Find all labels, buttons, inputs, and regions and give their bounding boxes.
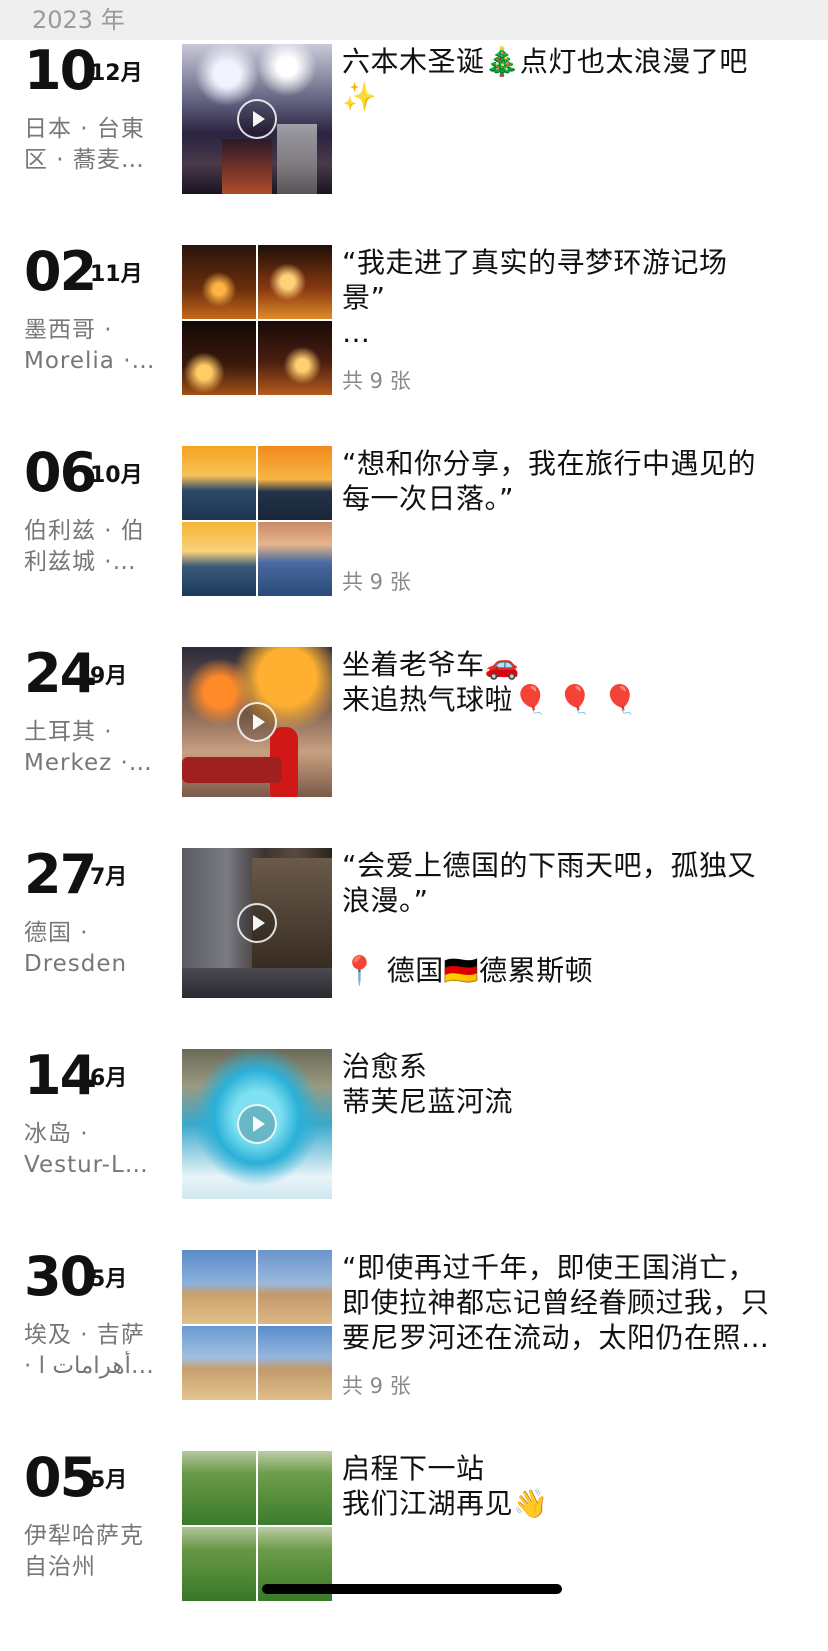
street-shape	[277, 124, 317, 194]
photo-thumbnail[interactable]	[182, 522, 256, 596]
entry-month: 9月	[90, 664, 128, 689]
entry-day: 30	[24, 1245, 97, 1308]
video-thumbnail[interactable]	[182, 848, 332, 998]
play-icon[interactable]	[237, 702, 277, 742]
entry-location: 日本 · 台東 区 · 蕎麦…	[24, 116, 145, 173]
photo-count: 共 9 张	[342, 369, 411, 393]
entry-month: 5月	[90, 1267, 128, 1292]
photo-grid[interactable]	[182, 245, 332, 395]
entry-month: 7月	[90, 865, 128, 890]
year-label: 2023 年	[32, 6, 125, 34]
entry-caption: 六本木圣诞🎄点灯也太浪漫了吧 ✨	[342, 45, 748, 113]
year-section-header: 2023 年	[0, 0, 828, 40]
moment-entry[interactable]: 24 9月 土耳其 · Merkez ·… 坐着老爷车🚗 来追热气球啦🎈 🎈 🎈	[0, 643, 828, 847]
photo-thumbnail[interactable]	[258, 321, 332, 395]
entry-month: 6月	[90, 1066, 128, 1091]
entry-location: 冰岛 · Vestur-L…	[24, 1121, 149, 1178]
entry-month: 5月	[90, 1468, 128, 1493]
photo-thumbnail[interactable]	[258, 245, 332, 319]
entry-location: 德国 · Dresden	[24, 920, 128, 977]
photo-thumbnail[interactable]	[182, 446, 256, 520]
moment-entry[interactable]: 14 6月 冰岛 · Vestur-L… 治愈系 蒂芙尼蓝河流	[0, 1045, 828, 1249]
moment-entry[interactable]: 06 10月 伯利兹 · 伯 利兹城 ·… “想和你分享，我在旅行中遇见的 每一…	[0, 442, 828, 646]
entry-month: 12月	[90, 61, 143, 86]
entry-day: 24	[24, 642, 97, 705]
entry-location: 伯利兹 · 伯 利兹城 ·…	[24, 518, 145, 575]
photo-thumbnail[interactable]	[258, 1451, 332, 1525]
photo-grid[interactable]	[182, 1451, 332, 1601]
play-icon[interactable]	[237, 99, 277, 139]
photo-thumbnail[interactable]	[182, 245, 256, 319]
photo-thumbnail[interactable]	[182, 1527, 256, 1601]
home-indicator[interactable]	[262, 1584, 562, 1594]
entry-location: 伊犁哈萨克 自治州	[24, 1523, 144, 1580]
vintage-car-shape	[182, 757, 282, 783]
video-thumbnail[interactable]	[182, 647, 332, 797]
entry-caption: “想和你分享，我在旅行中遇见的 每一次日落。”	[342, 447, 757, 515]
moment-entry[interactable]: 05 5月 伊犁哈萨克 自治州 启程下一站 我们江湖再见👋	[0, 1447, 828, 1651]
wet-street-shape	[182, 968, 332, 998]
entry-location: 埃及 · 吉萨 · أهرامات ا…	[24, 1322, 154, 1379]
entry-caption: “即使再过千年，即使王国消亡， 即使拉神都忘记曾经眷顾过我，只 要尼罗河还在流动…	[342, 1251, 770, 1354]
photo-grid[interactable]	[182, 446, 332, 596]
entry-day: 06	[24, 441, 97, 504]
entry-day: 10	[24, 39, 97, 102]
photo-count: 共 9 张	[342, 570, 411, 594]
entry-day: 02	[24, 240, 97, 303]
photo-grid[interactable]	[182, 1250, 332, 1400]
entry-caption: 治愈系 蒂芙尼蓝河流	[342, 1050, 514, 1118]
photo-thumbnail[interactable]	[182, 321, 256, 395]
entry-month: 11月	[90, 262, 143, 287]
video-thumbnail[interactable]	[182, 1049, 332, 1199]
photo-thumbnail[interactable]	[258, 1326, 332, 1400]
entry-day: 14	[24, 1044, 97, 1107]
entry-caption: 启程下一站 我们江湖再见👋	[342, 1452, 549, 1520]
moment-entry[interactable]: 27 7月 德国 · Dresden “会爱上德国的下雨天吧，孤独又 浪漫。” …	[0, 844, 828, 1048]
photo-thumbnail[interactable]	[182, 1250, 256, 1324]
photo-thumbnail[interactable]	[182, 1451, 256, 1525]
photo-count: 共 9 张	[342, 1374, 411, 1398]
photo-thumbnail[interactable]	[182, 1326, 256, 1400]
photo-thumbnail[interactable]	[258, 1250, 332, 1324]
play-icon[interactable]	[237, 903, 277, 943]
entry-location: 墨西哥 · Morelia ·…	[24, 317, 156, 374]
photo-thumbnail[interactable]	[258, 446, 332, 520]
entry-location: 土耳其 · Merkez ·…	[24, 719, 153, 776]
tokyo-tower-shape	[222, 139, 272, 194]
entry-caption: “我走进了真实的寻梦环游记场 景” …	[342, 246, 728, 349]
play-icon[interactable]	[237, 1104, 277, 1144]
photo-thumbnail[interactable]	[258, 522, 332, 596]
entry-caption: 坐着老爷车🚗 来追热气球啦🎈 🎈 🎈	[342, 648, 638, 716]
moment-entry[interactable]: 30 5月 埃及 · 吉萨 · أهرامات ا… “即使再过千年，即使王国消…	[0, 1246, 828, 1450]
moment-entry[interactable]: 10 12月 日本 · 台東 区 · 蕎麦… 六本木圣诞🎄点灯也太浪漫了吧 ✨	[0, 40, 828, 244]
entry-day: 27	[24, 843, 97, 906]
moment-entry[interactable]: 02 11月 墨西哥 · Morelia ·… “我走进了真实的寻梦环游记场 景…	[0, 241, 828, 445]
entry-caption: “会爱上德国的下雨天吧，孤独又 浪漫。” 📍 德国🇩🇪德累斯顿	[342, 849, 757, 987]
video-thumbnail[interactable]	[182, 44, 332, 194]
entry-day: 05	[24, 1446, 97, 1509]
entry-month: 10月	[90, 463, 143, 488]
